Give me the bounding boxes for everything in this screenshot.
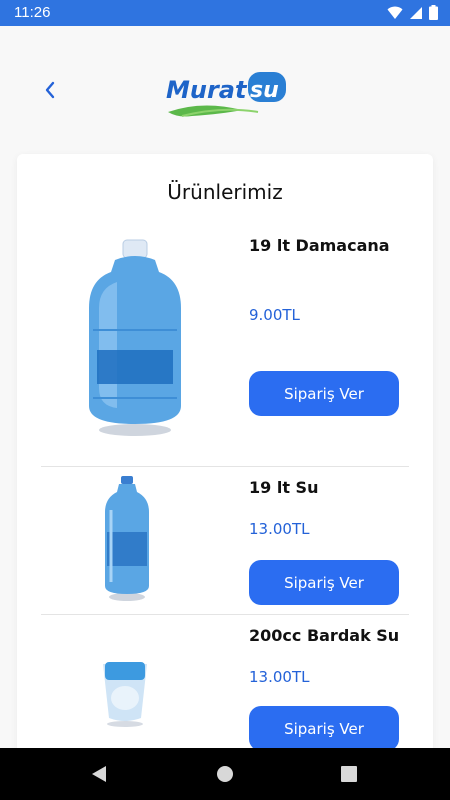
circle-home-icon <box>217 766 233 782</box>
system-navigation-bar <box>0 748 450 800</box>
product-name: 200cc Bardak Su <box>249 626 400 645</box>
battery-icon <box>429 5 438 20</box>
nav-home-button[interactable] <box>216 765 234 787</box>
svg-text:su: su <box>250 78 279 103</box>
product-item: 19 lt Su 13.00TL Sipariş Ver <box>41 476 409 614</box>
page-title: Ürünlerimiz <box>167 180 283 204</box>
status-icons <box>387 5 438 20</box>
product-price: 13.00TL <box>249 520 310 538</box>
product-name: 19 lt Damacana <box>249 236 390 255</box>
water-cup-image <box>103 662 147 727</box>
muratsu-logo: Murat su <box>162 64 290 124</box>
product-price: 9.00TL <box>249 306 300 324</box>
wifi-icon <box>387 6 403 19</box>
order-button[interactable]: Sipariş Ver <box>249 560 399 605</box>
order-button[interactable]: Sipariş Ver <box>249 371 399 416</box>
damacana-bottle-image <box>89 239 181 436</box>
order-button[interactable]: Sipariş Ver <box>249 706 399 751</box>
divider <box>41 614 409 615</box>
status-bar: 11:26 <box>0 0 450 26</box>
status-time: 11:26 <box>14 4 51 21</box>
nav-back-button[interactable] <box>90 764 108 788</box>
product-price: 13.00TL <box>249 668 310 686</box>
product-item: 19 lt Damacana 9.00TL Sipariş Ver <box>41 234 409 466</box>
product-name: 19 lt Su <box>249 478 319 497</box>
bottle-image <box>105 476 149 601</box>
square-recents-icon <box>341 766 357 782</box>
svg-text:Murat: Murat <box>166 76 248 104</box>
nav-recents-button[interactable] <box>341 766 357 786</box>
products-card: Ürünlerimiz 19 lt Damacana 9.00TL Sipari… <box>17 154 433 774</box>
chevron-left-icon <box>45 81 55 99</box>
triangle-back-icon <box>92 766 106 782</box>
signal-icon <box>410 6 422 19</box>
back-button[interactable] <box>36 76 64 104</box>
divider <box>41 466 409 467</box>
